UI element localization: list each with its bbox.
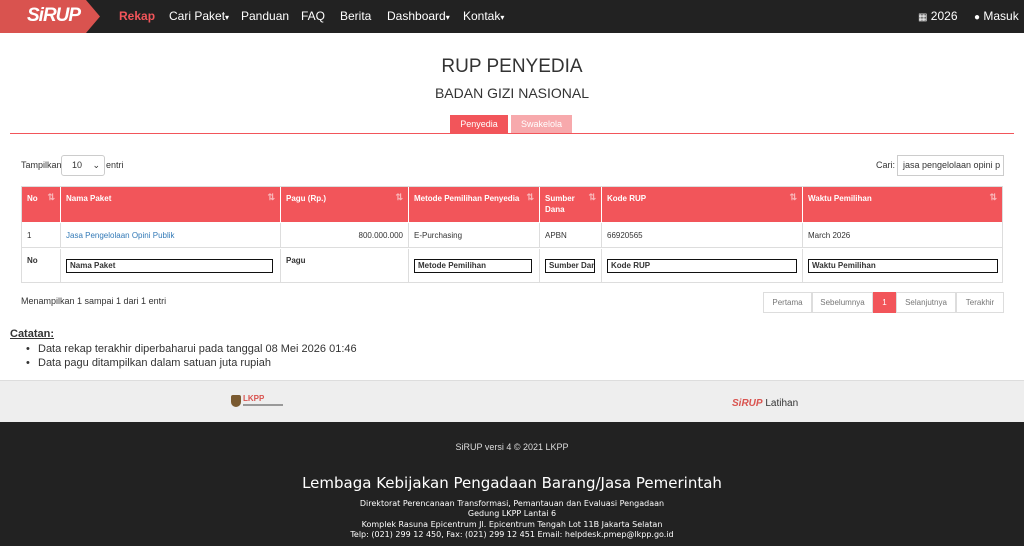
sort-icon: ⇅ xyxy=(267,192,275,202)
garuda-emblem-icon xyxy=(231,395,241,407)
caret-down-icon: ▾ xyxy=(500,13,505,22)
page-first-button[interactable]: Pertama xyxy=(763,292,812,313)
user-icon: ● xyxy=(974,12,981,23)
sort-icon: ⇅ xyxy=(395,192,403,202)
lkpp-logo[interactable]: LKPP xyxy=(231,394,285,412)
sort-icon: ⇅ xyxy=(588,192,596,202)
rup-table: No ⇅ Nama Paket ⇅ Pagu (Rp.) ⇅ Metode Pemil… xyxy=(21,186,1003,283)
page-title: RUP PENYEDIA xyxy=(441,56,583,77)
cell-metode: E-Purchasing xyxy=(409,223,540,248)
page-prev-button[interactable]: Sebelumnya xyxy=(812,292,873,313)
footer-address-line: Direktorat Perencanaan Transformasi, Pem… xyxy=(359,499,665,508)
tab-swakelola[interactable]: Swakelola xyxy=(511,115,572,133)
search-input[interactable]: jasa pengelolaan opini p xyxy=(897,155,1004,176)
filter-nama-paket-input[interactable]: Nama Paket xyxy=(66,259,273,273)
footer-version: SiRUP versi 4 © 2021 LKPP xyxy=(455,442,569,452)
entries-label: entri xyxy=(106,160,124,170)
th-nama-paket[interactable]: Nama Paket ⇅ xyxy=(61,187,281,222)
nav-rekap[interactable]: Rekap xyxy=(119,9,155,23)
page-current-button[interactable]: 1 xyxy=(873,292,896,313)
tf-pagu: Pagu xyxy=(281,249,409,283)
th-pagu[interactable]: Pagu (Rp.) ⇅ xyxy=(281,187,409,222)
caret-down-icon: ▾ xyxy=(225,13,230,22)
page-last-button[interactable]: Terakhir xyxy=(956,292,1004,313)
filter-kode-input[interactable]: Kode RUP xyxy=(607,259,797,273)
notes-title: Catatan: xyxy=(10,328,55,340)
note-item: Data rekap terakhir diperbaharui pada ta… xyxy=(38,343,357,355)
divider xyxy=(10,133,1014,134)
nav-berita[interactable]: Berita xyxy=(340,9,371,23)
cell-no: 1 xyxy=(22,223,61,248)
sort-icon: ⇅ xyxy=(526,192,534,202)
search-label: Cari: xyxy=(876,160,896,170)
th-waktu[interactable]: Waktu Pemilihan ⇅ xyxy=(803,187,1002,222)
calendar-icon: ▦ xyxy=(918,12,928,23)
tab-penyedia[interactable]: Penyedia xyxy=(450,115,508,133)
nav-cari-paket[interactable]: Cari Paket▾ xyxy=(169,9,229,23)
partner-logos-bar: LKPP SiRUP Latihan xyxy=(0,380,1024,422)
filter-waktu-input[interactable]: Waktu Pemilihan xyxy=(808,259,998,273)
sort-icon: ⇅ xyxy=(47,192,55,202)
page-next-button[interactable]: Selanjutnya xyxy=(896,292,956,313)
nav-dashboard[interactable]: Dashboard▾ xyxy=(387,9,450,23)
cell-waktu: March 2026 xyxy=(803,223,1002,248)
th-no[interactable]: No ⇅ xyxy=(22,187,61,222)
sort-icon: ⇅ xyxy=(789,192,797,202)
sort-icon: ⇅ xyxy=(989,192,997,202)
footer-org-name: Lembaga Kebijakan Pengadaan Barang/Jasa … xyxy=(302,474,722,492)
tf-no: No xyxy=(22,249,61,283)
footer-address-line: Komplek Rasuna Epicentrum Jl. Epicentrum… xyxy=(361,520,663,529)
show-entries-label: Tampilkan xyxy=(21,160,62,170)
nav-faq[interactable]: FAQ xyxy=(301,9,325,23)
bullet-icon: • xyxy=(26,343,30,355)
cell-pagu: 800.000.000 xyxy=(281,223,409,248)
note-item: Data pagu ditampilkan dalam satuan juta … xyxy=(38,357,271,369)
table-info: Menampilkan 1 sampai 1 dari 1 entri xyxy=(21,296,167,306)
entries-select[interactable]: 10 ⌄ xyxy=(61,155,105,176)
logo-text[interactable]: SiRUP xyxy=(27,5,81,27)
top-navbar: SiRUP Rekap Cari Paket▾ Panduan FAQ Beri… xyxy=(0,0,1024,33)
filter-metode-input[interactable]: Metode Pemilihan xyxy=(414,259,532,273)
nav-panduan[interactable]: Panduan xyxy=(241,9,289,23)
th-kode-rup[interactable]: Kode RUP ⇅ xyxy=(602,187,803,222)
caret-down-icon: ▾ xyxy=(445,13,450,22)
year-selector[interactable]: ▦ 2026 xyxy=(918,9,958,23)
footer-contact-line: Telp: (021) 299 12 450, Fax: (021) 299 1… xyxy=(350,530,674,539)
site-footer: SiRUP versi 4 © 2021 LKPP Lembaga Kebija… xyxy=(0,422,1024,546)
nav-kontak[interactable]: Kontak▾ xyxy=(463,9,504,23)
page-subtitle: BADAN GIZI NASIONAL xyxy=(434,85,590,101)
bullet-icon: • xyxy=(26,357,30,369)
th-sumber-dana[interactable]: Sumber Dana ⇅ xyxy=(540,187,602,222)
chevron-down-icon: ⌄ xyxy=(92,160,100,170)
cell-sumber: APBN xyxy=(540,223,602,248)
filter-sumber-input[interactable]: Sumber Dana xyxy=(545,259,595,273)
paket-link[interactable]: Jasa Pengelolaan Opini Publik xyxy=(66,231,175,240)
cell-nama-paket: Jasa Pengelolaan Opini Publik xyxy=(61,223,281,248)
footer-address-line: Gedung LKPP Lantai 6 xyxy=(467,509,557,518)
login-link[interactable]: ● Masuk xyxy=(974,9,1019,23)
th-metode[interactable]: Metode Pemilihan Penyedia ⇅ xyxy=(409,187,540,222)
cell-kode: 66920565 xyxy=(602,223,803,248)
sirup-latihan-logo[interactable]: SiRUP Latihan xyxy=(732,398,798,409)
